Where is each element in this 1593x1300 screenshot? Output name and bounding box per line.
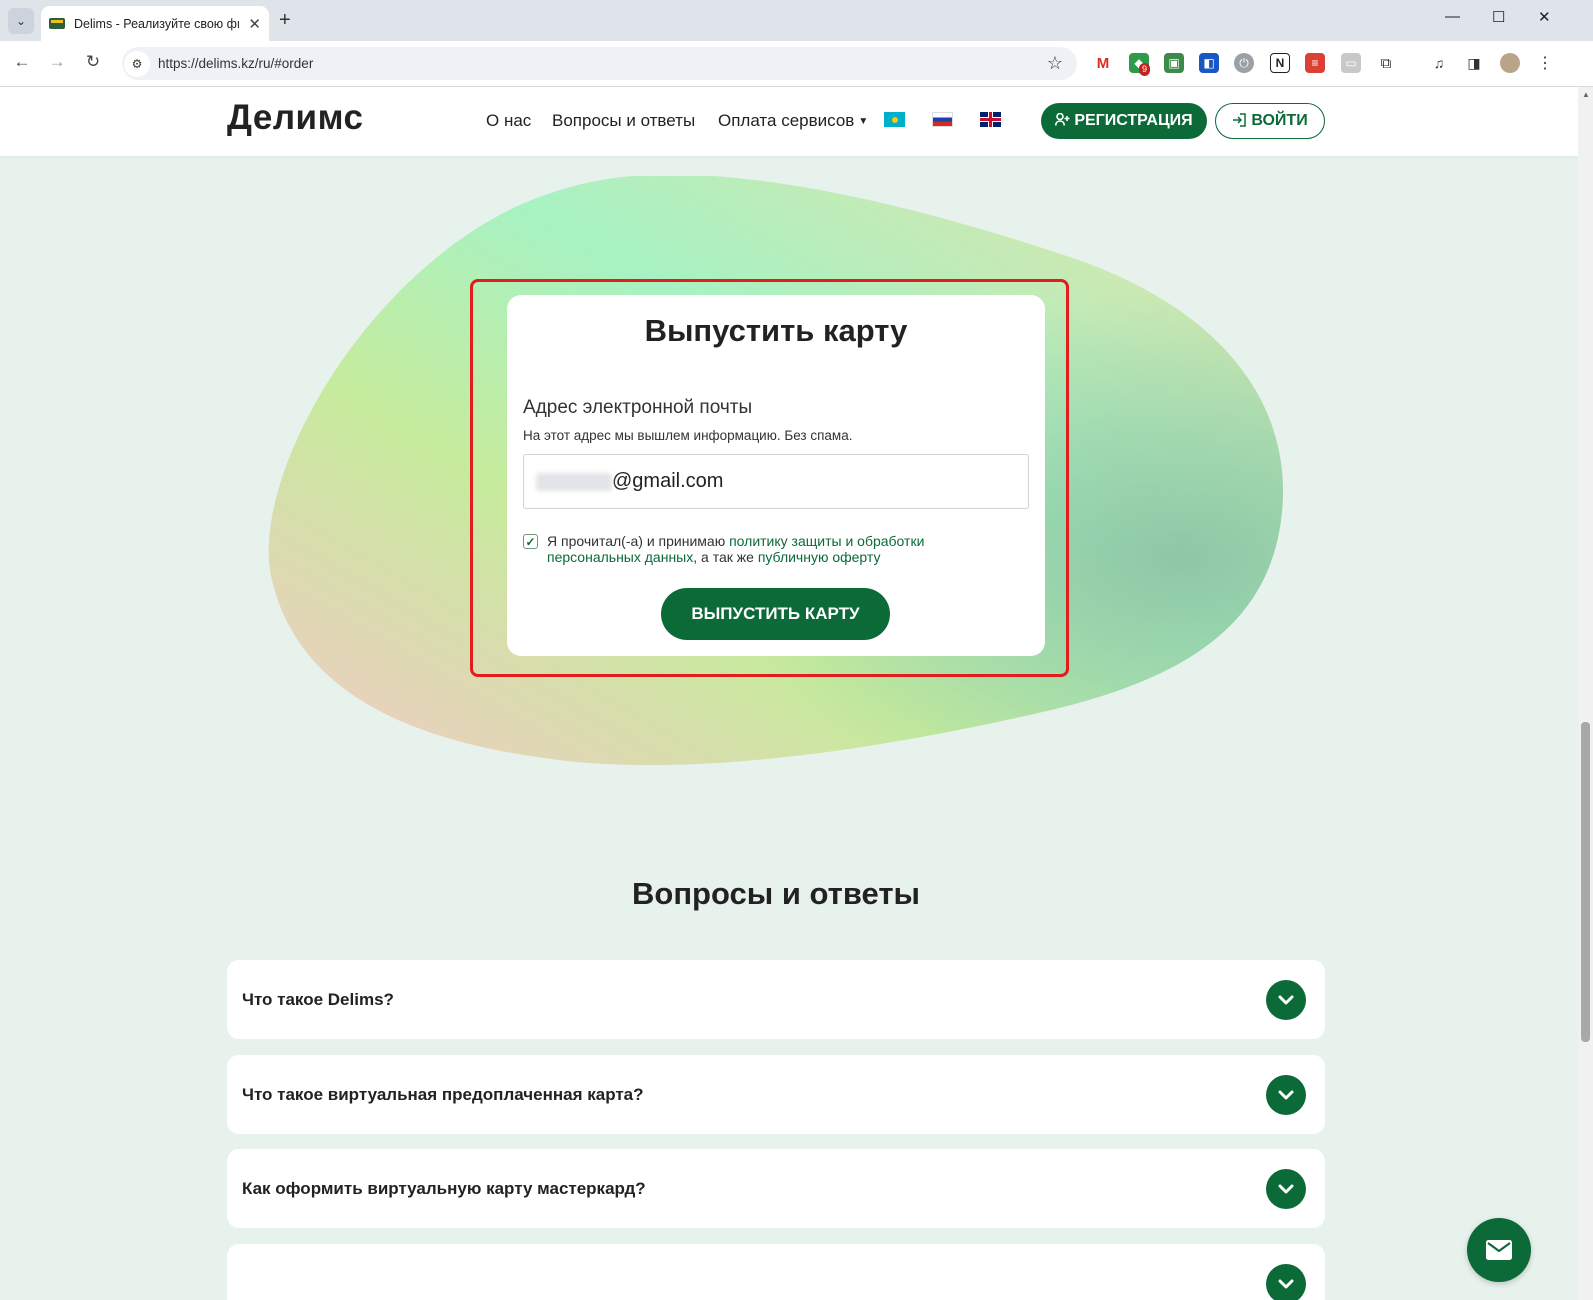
gmail-extension-icon[interactable]: M xyxy=(1093,53,1113,73)
issue-card-button[interactable]: ВЫПУСТИТЬ КАРТУ xyxy=(661,588,890,640)
side-panel-icon[interactable]: ◨ xyxy=(1464,53,1484,73)
notion-extension-icon[interactable]: N xyxy=(1270,53,1290,73)
consent-text: Я прочитал(-а) и принимаю политику защит… xyxy=(547,533,987,565)
nav-faq[interactable]: Вопросы и ответы xyxy=(552,111,695,131)
bookmark-star-icon[interactable]: ☆ xyxy=(1047,53,1063,74)
email-redacted-part xyxy=(536,472,612,491)
site-header: Делимс О нас Вопросы и ответы Оплата сер… xyxy=(0,87,1578,156)
extension-green-icon[interactable]: ◆ 9 xyxy=(1129,53,1151,76)
extension-cast-icon[interactable]: ▭ xyxy=(1341,53,1361,73)
browser-menu-icon[interactable]: ⋮ xyxy=(1535,53,1555,73)
browser-tab[interactable]: Delims - Реализуйте свою фи ✕ xyxy=(41,6,269,41)
media-control-icon[interactable]: ♫ xyxy=(1429,53,1449,73)
extension-blue-icon[interactable]: ◧ xyxy=(1199,53,1219,73)
faq-item[interactable]: Что такое Delims? xyxy=(227,960,1325,1039)
minimize-icon[interactable]: — xyxy=(1445,8,1460,25)
email-input[interactable]: @gmail.com xyxy=(523,454,1029,509)
tab-title: Delims - Реализуйте свою фи xyxy=(74,16,239,31)
consent-checkbox[interactable]: ✓ xyxy=(523,534,538,549)
user-plus-icon xyxy=(1055,112,1070,129)
login-label: ВОЙТИ xyxy=(1251,112,1308,129)
browser-toolbar: ← → ↻ ⚙ https://delims.kz/ru/#order ☆ M … xyxy=(0,41,1593,87)
browser-tab-bar: ⌄ Delims - Реализуйте свою фи ✕ + — ☐ ✕ xyxy=(0,0,1593,41)
faq-item[interactable]: Что такое виртуальная предоплаченная кар… xyxy=(227,1055,1325,1134)
close-window-icon[interactable]: ✕ xyxy=(1538,8,1551,26)
faq-item[interactable]: Как оформить виртуальную карту мастеркар… xyxy=(227,1149,1325,1228)
reload-icon[interactable]: ↻ xyxy=(81,52,105,72)
faq-item-partial[interactable] xyxy=(227,1244,1325,1300)
consent-middle: , а так же xyxy=(693,549,758,565)
faq-title: Вопросы и ответы xyxy=(632,876,920,911)
tab-search-button[interactable]: ⌄ xyxy=(8,8,34,34)
tab-close-icon[interactable]: ✕ xyxy=(248,15,261,33)
extension-power-icon[interactable]: ⏻ xyxy=(1234,53,1254,73)
back-icon[interactable]: ← xyxy=(10,52,34,72)
chevron-down-icon[interactable] xyxy=(1266,980,1306,1020)
maximize-icon[interactable]: ☐ xyxy=(1492,8,1505,26)
scroll-up-arrow-icon[interactable]: ▲ xyxy=(1582,90,1590,99)
site-logo[interactable]: Делимс xyxy=(227,98,363,138)
consent-prefix: Я прочитал(-а) и принимаю xyxy=(547,533,730,549)
profile-avatar[interactable] xyxy=(1500,53,1520,73)
flag-gb-icon[interactable] xyxy=(980,112,1001,127)
flag-kz-icon[interactable] xyxy=(884,112,905,127)
register-label: РЕГИСТРАЦИЯ xyxy=(1074,112,1193,129)
email-label: Адрес электронной почты xyxy=(523,397,753,418)
contact-mail-button[interactable] xyxy=(1467,1218,1531,1282)
register-button[interactable]: РЕГИСТРАЦИЯ xyxy=(1041,103,1207,139)
caret-down-icon: ▼ xyxy=(858,116,869,127)
faq-question: Как оформить виртуальную карту мастеркар… xyxy=(242,1179,646,1198)
login-button[interactable]: ВОЙТИ xyxy=(1215,103,1325,139)
email-hint: На этот адрес мы вышлем информацию. Без … xyxy=(523,428,853,443)
forward-icon[interactable]: → xyxy=(45,52,69,72)
chevron-down-icon[interactable] xyxy=(1266,1075,1306,1115)
scrollbar-thumb[interactable] xyxy=(1581,722,1590,1042)
url-text[interactable]: https://delims.kz/ru/#order xyxy=(158,56,313,71)
site-info-icon[interactable]: ⚙ xyxy=(124,50,150,77)
site-favicon-icon xyxy=(49,18,65,29)
address-bar[interactable]: ⚙ https://delims.kz/ru/#order ☆ xyxy=(122,47,1077,80)
nav-about[interactable]: О нас xyxy=(486,111,531,131)
faq-question: Что такое Delims? xyxy=(242,990,394,1009)
todoist-extension-icon[interactable]: ≡ xyxy=(1305,53,1325,73)
page-scrollbar[interactable]: ▲ xyxy=(1578,87,1593,1300)
public-offer-link[interactable]: публичную оферту xyxy=(758,549,881,565)
mail-icon xyxy=(1486,1240,1512,1260)
login-icon xyxy=(1232,112,1247,130)
order-card: Выпустить карту Адрес электронной почты … xyxy=(507,295,1045,656)
chevron-down-icon[interactable] xyxy=(1266,1264,1306,1300)
extension-photo-icon[interactable]: ▣ xyxy=(1164,53,1184,73)
nav-services-label: Оплата сервисов xyxy=(718,111,855,130)
email-value: @gmail.com xyxy=(612,470,724,492)
chevron-down-icon[interactable] xyxy=(1266,1169,1306,1209)
extensions-puzzle-icon[interactable]: ⧉ xyxy=(1376,53,1396,73)
extension-badge: 9 xyxy=(1139,63,1151,76)
faq-question: Что такое виртуальная предоплаченная кар… xyxy=(242,1085,644,1104)
nav-services-dropdown[interactable]: Оплата сервисов ▼ xyxy=(718,111,868,131)
new-tab-button[interactable]: + xyxy=(279,9,291,32)
flag-ru-icon[interactable] xyxy=(932,112,953,127)
order-title: Выпустить карту xyxy=(644,313,908,348)
